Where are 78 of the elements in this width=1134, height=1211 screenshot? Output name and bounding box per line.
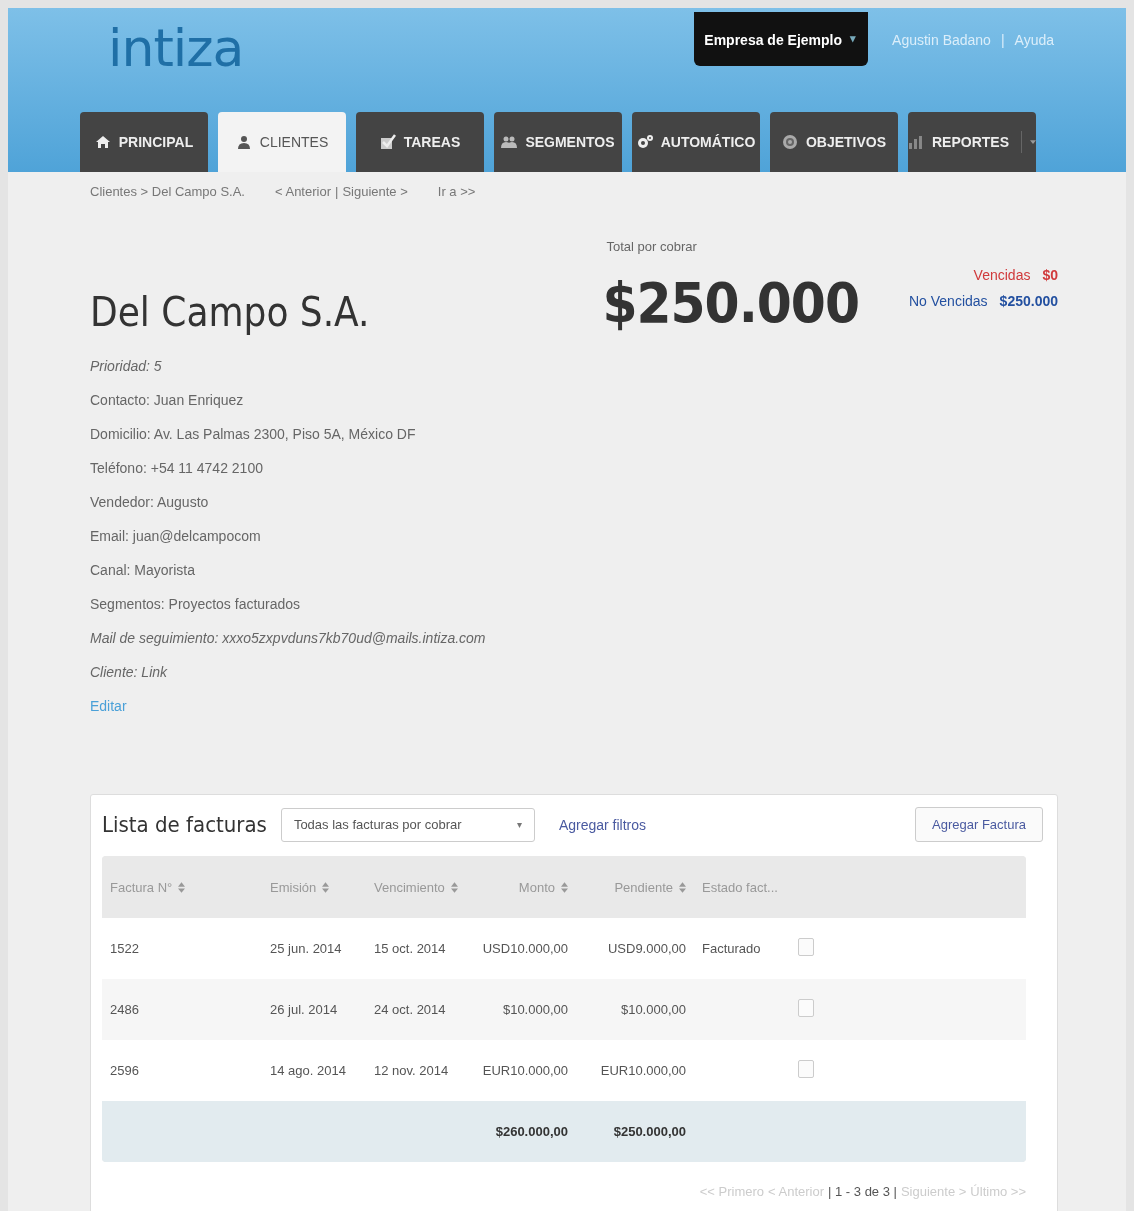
column-header[interactable]: Pendiente [614,879,686,895]
nav-tab[interactable]: SEGMENTOS [494,112,622,172]
client-detail: Domicilio: Av. Las Palmas 2300, Piso 5A, México DF [90,425,417,444]
table-cell: $10.000,00 [620,1002,686,1017]
client-detail: Vendedor: Augusto [90,493,210,512]
gears-icon [636,134,653,150]
goto-link[interactable]: Ir a >> [437,184,476,199]
column-header[interactable]: Monto [518,879,568,895]
client-detail: Email: juan@delcampocom [90,527,262,546]
bar-chart-icon [908,134,924,150]
add-filters-link[interactable]: Agregar filtros [558,816,647,833]
breakdown-value: $250.000 [999,293,1058,309]
table-cell: 1522 [110,941,139,956]
table-cell: EUR10.000,00 [482,1063,568,1078]
column-header[interactable]: Vencimiento [374,879,458,895]
client-detail: Teléfono: +54 11 4742 2100 [90,459,264,478]
table-cell: $10.000,00 [502,1002,568,1017]
table-cell: 24 oct. 2014 [374,1002,446,1017]
edit-link[interactable]: Editar [90,698,127,714]
client-detail: Segmentos: Proyectos facturados [90,595,302,614]
nav-tab[interactable]: CLIENTES [218,112,346,172]
sort-icon[interactable] [561,881,568,893]
sort-icon[interactable] [178,881,186,893]
nav-tab[interactable]: PRINCIPAL [80,112,208,172]
nav-tab[interactable]: AUTOMÁTICO [632,112,760,172]
total-label: Total por cobrar [606,239,698,254]
table-cell: USD10.000,00 [482,941,568,956]
client-detail: Contacto: Juan Enriquez [90,391,245,410]
sort-icon[interactable] [322,881,330,893]
total-cell: $250.000,00 [613,1124,686,1139]
caret-icon[interactable] [1030,139,1036,145]
row-checkbox[interactable] [798,1060,814,1078]
people-icon [501,134,518,150]
table-cell: 14 ago. 2014 [270,1063,346,1078]
nav-tab[interactable]: REPORTES [908,112,1036,172]
card-title: Lista de facturas [102,812,267,837]
table-cell: 26 jul. 2014 [270,1002,338,1017]
breadcrumb-path[interactable]: Clientes > Del Campo S.A. [90,184,245,199]
sort-icon[interactable] [679,881,686,893]
table-cell: 2596 [110,1063,139,1078]
logo: intiza [108,18,244,78]
previous-link[interactable]: < Anterior [275,184,331,199]
nav-tab[interactable]: OBJETIVOS [770,112,898,172]
column-header[interactable]: Factura N° [110,879,186,895]
client-detail: Cliente: Link [90,663,169,682]
client-detail: Prioridad: 5 [90,357,163,376]
nav-tab[interactable]: TAREAS [356,112,484,172]
breakdown-label: Vencidas [973,267,1031,283]
table-cell: 15 oct. 2014 [374,941,446,956]
breakdown-value: $0 [1042,267,1058,283]
table-cell: 12 nov. 2014 [374,1063,449,1078]
table-cell: 2486 [110,1002,139,1017]
total-cell: $260.000,00 [495,1124,568,1139]
table-cell: EUR10.000,00 [600,1063,686,1078]
row-checkbox[interactable] [798,999,814,1017]
column-header[interactable]: Emisión [270,879,330,895]
home-icon [94,134,111,150]
person-icon [235,134,252,150]
checkbox-icon [379,134,396,150]
table-cell: USD9.000,00 [607,941,686,956]
client-detail: Canal: Mayorista [90,561,197,580]
client-name: Del Campo S.A. [90,289,371,335]
result-count: | 1 - 3 de 3 | [828,1184,897,1199]
column-header: Estado fact... [702,879,778,895]
add-invoice-button[interactable]: Agregar Factura [915,807,1043,842]
table-cell: Facturado [702,941,761,956]
target-icon [781,134,798,150]
total-amount: $250.000 [602,270,859,335]
client-detail: Mail de seguimiento: xxxo5zxpvduns7kb70ud@mails.intiza.com [90,629,486,648]
sort-icon[interactable] [450,881,458,893]
separator: | [1000,32,1005,48]
table-cell: 25 jun. 2014 [270,941,342,956]
company-menu[interactable]: Empresa de Ejemplo ▾ [694,12,869,66]
separator: | [335,184,339,199]
row-checkbox[interactable] [798,938,814,956]
breakdown-label: No Vencidas [909,293,988,309]
filter-dropdown[interactable]: Todas las facturas por cobrar ▾ [280,807,535,842]
next-link[interactable]: Siguiente > [342,184,408,199]
